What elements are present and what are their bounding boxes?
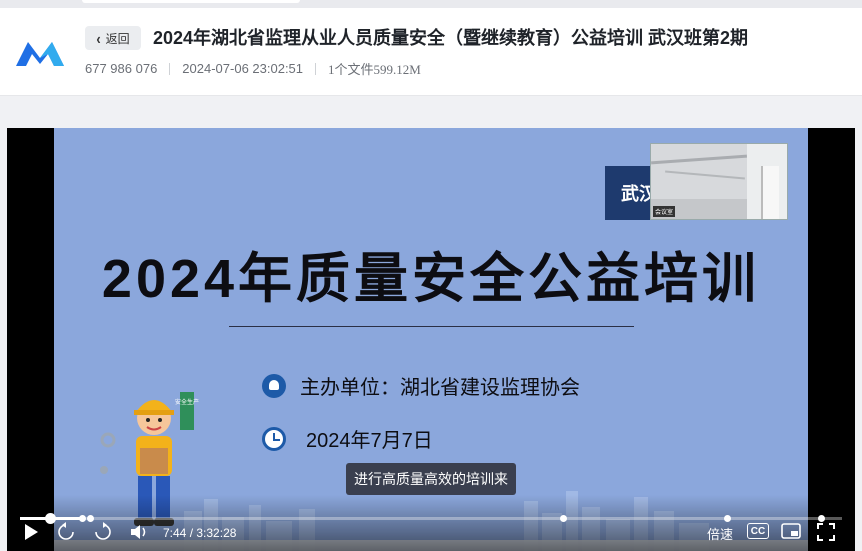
meeting-id: 677 986 076 (85, 61, 158, 76)
back-button[interactable]: ‹ 返回 (85, 26, 141, 50)
browser-top-strip (0, 0, 862, 8)
chapter-mark[interactable] (723, 515, 731, 522)
date-line: 2024年7月7日 (262, 424, 433, 453)
organizer-text: 主办单位：湖北省建设监理协会 (300, 377, 580, 399)
captions-button[interactable]: CC (747, 523, 769, 539)
slide-location-badge: 武汉 (605, 166, 655, 220)
fullscreen-icon[interactable] (817, 523, 835, 541)
date-text: 2024年7月7日 (306, 430, 433, 452)
page-title: 2024年湖北省监理从业人员质量安全（暨继续教育）公益培训 武汉班第2期 (153, 28, 749, 48)
chapter-mark[interactable] (818, 515, 826, 522)
progress-handle[interactable] (44, 513, 56, 524)
picture-in-picture-icon[interactable] (781, 523, 801, 541)
page-header: ‹ 返回 2024年湖北省监理从业人员质量安全（暨继续教育）公益培训 武汉班第2… (0, 8, 862, 96)
back-button-label: 返回 (105, 31, 130, 46)
recording-meta: 677 986 076 2024-07-06 23:02:51 1个文件599.… (85, 59, 421, 78)
chapter-mark[interactable] (86, 515, 94, 522)
slide-title: 2024年质量安全公益培训 (101, 249, 761, 309)
playback-time: 7:44 / 3:32:28 (163, 526, 236, 540)
recording-datetime: 2024-07-06 23:02:51 (182, 61, 304, 76)
app-logo-icon (16, 42, 64, 66)
progress-bar[interactable] (20, 513, 842, 524)
rewind-15-icon[interactable] (56, 522, 76, 542)
forward-15-icon[interactable] (93, 522, 113, 542)
current-time: 7:44 (163, 526, 187, 540)
divider (315, 62, 317, 75)
playback-speed-button[interactable]: 倍速 (707, 524, 733, 543)
caption-subtitle: 进行高质量高效的培训来 (346, 463, 516, 495)
organizer-line: 主办单位：湖北省建设监理协会 (262, 371, 580, 400)
clock-icon (262, 426, 286, 451)
volume-icon[interactable] (129, 523, 149, 541)
file-count-link[interactable]: 1个文件599.12M (328, 59, 421, 78)
chapter-mark[interactable] (559, 515, 567, 522)
video-player[interactable]: 武汉 会议室 2024年质量安全公益培训 主办单位：湖北省建设监理协会 2024… (7, 128, 855, 551)
worker-sign-text: 安全生产 (175, 398, 199, 406)
chevron-left-icon: ‹ (96, 29, 101, 47)
camera-overlay: 会议室 (650, 143, 788, 220)
duration: 3:32:28 (196, 526, 237, 540)
play-icon[interactable] (22, 523, 40, 541)
organization-icon (262, 373, 286, 398)
slide-divider (229, 326, 634, 327)
chapter-mark[interactable] (78, 515, 86, 522)
divider (169, 62, 171, 75)
